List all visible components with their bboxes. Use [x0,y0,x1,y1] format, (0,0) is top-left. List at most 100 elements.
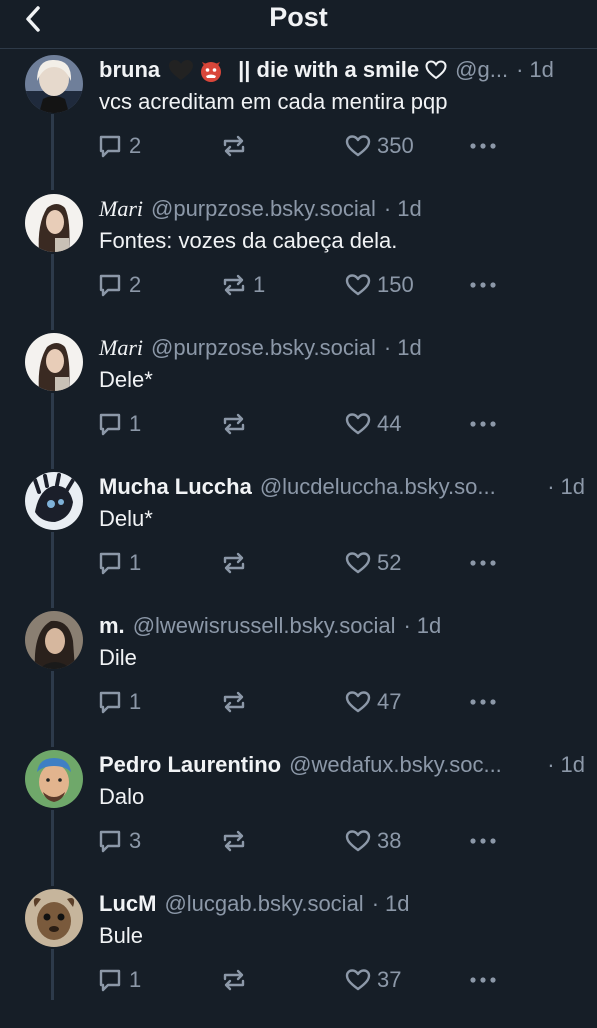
post-time[interactable]: 1d [529,57,553,83]
avatar[interactable] [25,194,83,252]
author-name[interactable]: m. [99,613,125,639]
more-options-icon [470,421,496,427]
more-options-button[interactable] [469,548,497,578]
like-count: 52 [377,550,402,575]
post-time[interactable]: 1d [561,474,585,500]
post-actions: 1 52 [97,548,517,578]
reply-button[interactable]: 1 [97,409,141,439]
more-options-button[interactable] [469,687,497,717]
post-time[interactable]: 1d [561,752,585,778]
reply-button[interactable]: 1 [97,687,141,717]
devil-face-icon [201,62,222,82]
post-time[interactable]: 1d [385,891,409,917]
more-options-icon [470,282,496,288]
reply-icon [99,413,121,436]
post-item[interactable]: LucM @lucgab.bsky.social · 1d Bule 1 37 [0,889,597,1028]
post-item[interactable]: Mari @purpzose.bsky.social · 1d Dele* 1 … [0,333,597,472]
author-name[interactable]: Mucha Luccha [99,474,252,500]
reply-button[interactable]: 1 [97,965,141,995]
reply-button[interactable]: 3 [97,826,141,856]
avatar[interactable] [25,333,83,391]
separator-dot: · [516,57,524,82]
author-name[interactable]: Pedro Laurentino [99,752,281,778]
reply-count: 1 [129,411,142,436]
reply-icon [99,274,121,297]
post-item[interactable]: bruna || die with a smile @g... · 1d vcs… [0,55,597,194]
like-icon [345,969,371,991]
more-options-button[interactable] [469,409,497,439]
separator-dot: · [383,335,392,360]
post-actions: 2 350 [97,131,517,161]
post-time[interactable]: 1d [397,335,421,361]
avatar[interactable] [25,472,83,530]
avatar[interactable] [25,55,83,113]
post-time[interactable]: 1d [417,613,441,639]
like-button[interactable]: 37 [345,965,401,995]
repost-icon [223,135,245,157]
like-icon [345,830,371,852]
reply-button[interactable]: 2 [97,131,141,161]
post-item[interactable]: Mari @purpzose.bsky.social · 1d Fontes: … [0,194,597,333]
author-handle[interactable]: @g... [455,57,508,83]
repost-button[interactable] [221,687,253,717]
author-handle[interactable]: @purpzose.bsky.social [151,196,376,222]
author-name[interactable]: Mari [99,196,143,222]
avatar[interactable] [25,750,83,808]
like-button[interactable]: 150 [345,270,414,300]
like-button[interactable]: 44 [345,409,401,439]
more-options-button[interactable] [469,270,497,300]
like-button[interactable]: 47 [345,687,401,717]
author-handle[interactable]: @lwewisrussell.bsky.social [133,613,396,639]
repost-button[interactable] [221,409,253,439]
avatar[interactable] [25,611,83,669]
post-actions: 1 47 [97,687,517,717]
more-options-icon [470,838,496,844]
separator-dot: · [383,196,392,221]
like-count: 44 [377,411,402,436]
separator-dot: · [547,752,555,777]
repost-button[interactable] [221,965,253,995]
top-bar: Post [0,0,597,49]
post-text: Delu* [99,506,153,531]
repost-button[interactable] [221,548,253,578]
post-time[interactable]: 1d [397,196,421,222]
post-text: Dalo [99,784,145,809]
separator-dot: · [403,613,411,638]
like-icon [345,552,371,574]
like-count: 38 [377,828,402,853]
repost-button[interactable] [221,826,253,856]
post-actions: 1 44 [97,409,517,439]
like-button[interactable]: 350 [345,131,414,161]
author-handle[interactable]: @lucgab.bsky.social [164,891,363,917]
more-options-button[interactable] [469,965,497,995]
author-handle[interactable]: @wedafux.bsky.soc... [289,752,502,778]
reply-icon [99,135,121,158]
more-options-button[interactable] [469,826,497,856]
avatar[interactable] [25,889,83,947]
author-name[interactable]: bruna [99,57,160,83]
post-item[interactable]: m. @lwewisrussell.bsky.social · 1d Dile … [0,611,597,750]
repost-button[interactable] [221,131,253,161]
like-icon [345,135,371,157]
separator-dot: · [547,474,555,499]
like-button[interactable]: 38 [345,826,401,856]
post-item[interactable]: Mucha Luccha @lucdeluccha.bsky.so... · 1… [0,472,597,611]
author-handle[interactable]: @purpzose.bsky.social [151,335,376,361]
reply-count: 3 [129,828,142,853]
author-name[interactable]: Mari [99,335,143,361]
post-item[interactable]: Pedro Laurentino @wedafux.bsky.soc... · … [0,750,597,889]
reply-button[interactable]: 2 [97,270,141,300]
reply-count: 1 [129,689,142,714]
more-options-icon [470,699,496,705]
reply-count: 2 [129,133,142,158]
like-count: 150 [377,272,414,297]
like-count: 350 [377,133,414,158]
repost-button[interactable]: 1 [221,270,265,300]
author-name[interactable]: LucM [99,891,156,917]
more-options-button[interactable] [469,131,497,161]
reply-icon [99,969,121,992]
more-options-icon [470,560,496,566]
like-button[interactable]: 52 [345,548,401,578]
author-handle[interactable]: @lucdeluccha.bsky.so... [260,474,496,500]
reply-button[interactable]: 1 [97,548,141,578]
